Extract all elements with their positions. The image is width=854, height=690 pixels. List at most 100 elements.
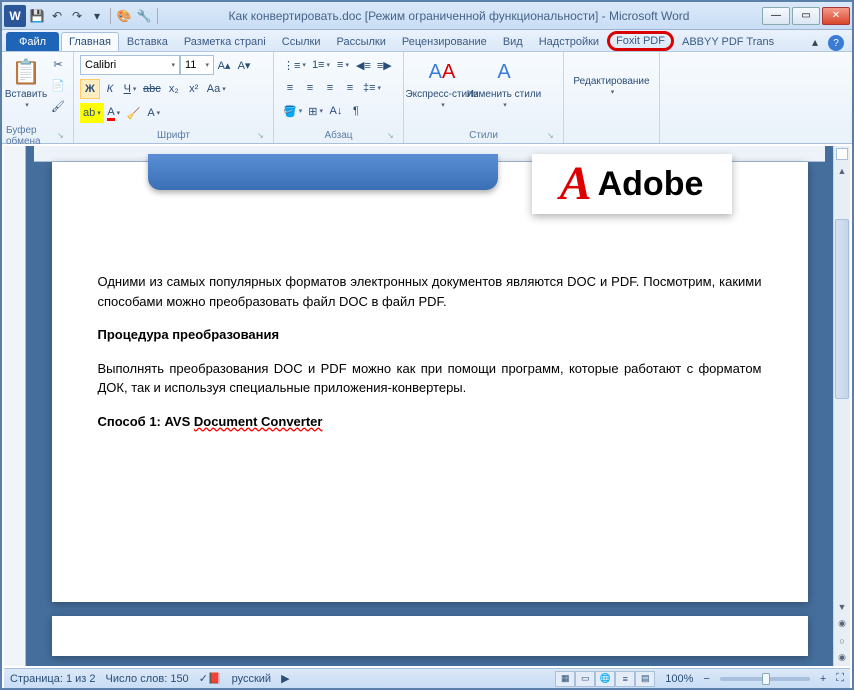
line-spacing-icon[interactable]: ‡≡▾ (360, 78, 384, 98)
outline-view[interactable]: ≡ (615, 671, 635, 687)
ruler-toggle-icon[interactable] (836, 148, 848, 160)
strike-button[interactable]: abc (140, 79, 164, 99)
vertical-ruler[interactable] (4, 146, 26, 666)
page-indicator[interactable]: Страница: 1 из 2 (10, 673, 96, 685)
quick-styles-button[interactable]: AA Экспресс-стили ▾ (408, 54, 476, 111)
status-bar: Страница: 1 из 2 Число слов: 150 ✓📕 русс… (4, 668, 850, 688)
align-right-icon[interactable]: ≡ (320, 78, 340, 98)
indent-dec-icon[interactable]: ◀≡ (353, 55, 374, 75)
bold-button[interactable]: Ж (80, 79, 100, 99)
align-left-icon[interactable]: ≡ (280, 78, 300, 98)
quick-styles-icon: AA (426, 56, 458, 88)
align-center-icon[interactable]: ≡ (300, 78, 320, 98)
quick-access-toolbar: 💾 ↶ ↷ ▾ 🎨 🔧 (28, 7, 160, 25)
multilevel-icon[interactable]: ≡▾ (333, 55, 353, 75)
maximize-button[interactable]: ▭ (792, 7, 820, 25)
change-case-icon[interactable]: Aa▾ (204, 79, 229, 99)
next-page-icon[interactable]: ◉ (834, 649, 850, 666)
grow-font-icon[interactable]: A▴ (214, 55, 234, 75)
tab-layout[interactable]: Разметка страni (176, 32, 274, 51)
underline-button[interactable]: Ч▾ (120, 79, 140, 99)
tab-review[interactable]: Рецензирование (394, 32, 495, 51)
language-indicator[interactable]: русский (232, 673, 271, 685)
copy-icon[interactable]: 📄 (48, 75, 68, 95)
tab-addins[interactable]: Надстройки (531, 32, 607, 51)
tab-insert[interactable]: Вставка (119, 32, 176, 51)
vertical-scrollbar[interactable]: ▲ ▼ ◉ ○ ◉ (833, 146, 850, 666)
zoom-in-button[interactable]: + (820, 673, 826, 685)
bullets-icon[interactable]: ⋮≡▾ (280, 55, 309, 75)
browse-object-icon[interactable]: ○ (834, 632, 850, 649)
clipboard-launcher[interactable]: ↘ (57, 131, 69, 143)
zoom-level[interactable]: 100% (665, 673, 693, 685)
zoom-out-button[interactable]: − (703, 673, 709, 685)
group-paragraph: ⋮≡▾ 1≡▾ ≡▾ ◀≡ ≡▶ ≡ ≡ ≡ ≡ ‡≡▾ 🪣▾ ⊞▾ A↓ (274, 52, 404, 143)
subscript-button[interactable]: x₂ (164, 79, 184, 99)
undo-icon[interactable]: ↶ (48, 7, 66, 25)
format-painter-icon[interactable]: 🖌 (48, 96, 68, 116)
spell-check-icon[interactable]: ✓📕 (199, 672, 222, 685)
change-styles-button[interactable]: A Изменить стили ▾ (476, 54, 532, 111)
tab-abbyy[interactable]: ABBYY PDF Trans (674, 32, 782, 51)
tool2-icon[interactable]: 🔧 (135, 7, 153, 25)
zoom-slider[interactable] (720, 677, 810, 681)
highlight-icon[interactable]: ab▾ (80, 103, 104, 123)
ribbon-tabs: Файл Главная Вставка Разметка страni Ссы… (2, 30, 852, 52)
tab-references[interactable]: Ссылки (274, 32, 329, 51)
word-menu-icon[interactable]: W (4, 5, 26, 27)
styles-launcher[interactable]: ↘ (547, 131, 559, 143)
doc-paragraph[interactable]: Одними из самых популярных форматов элек… (98, 272, 762, 311)
shading-icon[interactable]: 🪣▾ (280, 101, 305, 121)
qa-custom-icon[interactable]: ▾ (88, 7, 106, 25)
ribbon-minimize-icon[interactable]: ▴ (806, 33, 824, 51)
clear-format-icon[interactable]: 🧹 (124, 103, 144, 123)
editing-button[interactable]: Редактирование ▾ (568, 54, 655, 98)
tab-foxit-pdf[interactable]: Foxit PDF (607, 31, 674, 51)
tool1-icon[interactable]: 🎨 (115, 7, 133, 25)
paste-button[interactable]: 📋 Вставить ▾ (6, 54, 46, 111)
document-body[interactable]: Одними из самых популярных форматов элек… (98, 272, 762, 431)
macro-icon[interactable]: ▶ (281, 672, 289, 685)
scroll-thumb[interactable] (835, 219, 849, 399)
fullscreen-view[interactable]: ▭ (575, 671, 595, 687)
prev-page-icon[interactable]: ◉ (834, 615, 850, 632)
indent-inc-icon[interactable]: ≡▶ (374, 55, 395, 75)
group-styles: AA Экспресс-стили ▾ A Изменить стили ▾ С… (404, 52, 564, 143)
text-effects-icon[interactable]: A▾ (144, 103, 164, 123)
italic-button[interactable]: К (100, 79, 120, 99)
tab-mailings[interactable]: Рассылки (328, 32, 393, 51)
document-page[interactable]: A Adobe Одними из самых популярных форма… (52, 162, 808, 602)
show-marks-icon[interactable]: ¶ (346, 101, 366, 121)
sort-icon[interactable]: A↓ (326, 101, 346, 121)
superscript-button[interactable]: x² (184, 79, 204, 99)
web-view[interactable]: 🌐 (595, 671, 615, 687)
font-size-input[interactable]: 11▾ (180, 55, 214, 75)
paragraph-launcher[interactable]: ↘ (387, 131, 399, 143)
word-count[interactable]: Число слов: 150 (106, 673, 189, 685)
font-color-icon[interactable]: A▾ (104, 103, 124, 123)
scroll-up-icon[interactable]: ▲ (834, 162, 850, 179)
tab-file[interactable]: Файл (6, 32, 59, 51)
font-name-input[interactable]: Calibri▾ (80, 55, 180, 75)
doc-heading[interactable]: Способ 1: AVS Document Converter (98, 412, 762, 432)
close-button[interactable]: ✕ (822, 7, 850, 25)
shrink-font-icon[interactable]: A▾ (234, 55, 254, 75)
cut-icon[interactable]: ✂ (48, 54, 68, 74)
doc-paragraph[interactable]: Выполнять преобразования DOC и PDF можно… (98, 359, 762, 398)
justify-icon[interactable]: ≡ (340, 78, 360, 98)
scroll-down-icon[interactable]: ▼ (834, 598, 850, 615)
document-page-2[interactable] (52, 616, 808, 656)
fit-icon[interactable]: ⛶ (836, 672, 844, 685)
font-launcher[interactable]: ↘ (257, 131, 269, 143)
draft-view[interactable]: ▤ (635, 671, 655, 687)
minimize-button[interactable]: — (762, 7, 790, 25)
doc-heading[interactable]: Процедура преобразования (98, 325, 762, 345)
tab-view[interactable]: Вид (495, 32, 531, 51)
help-icon[interactable]: ? (828, 35, 844, 51)
redo-icon[interactable]: ↷ (68, 7, 86, 25)
tab-home[interactable]: Главная (61, 32, 119, 51)
print-layout-view[interactable]: ▦ (555, 671, 575, 687)
numbering-icon[interactable]: 1≡▾ (309, 55, 333, 75)
save-icon[interactable]: 💾 (28, 7, 46, 25)
borders-icon[interactable]: ⊞▾ (305, 101, 326, 121)
